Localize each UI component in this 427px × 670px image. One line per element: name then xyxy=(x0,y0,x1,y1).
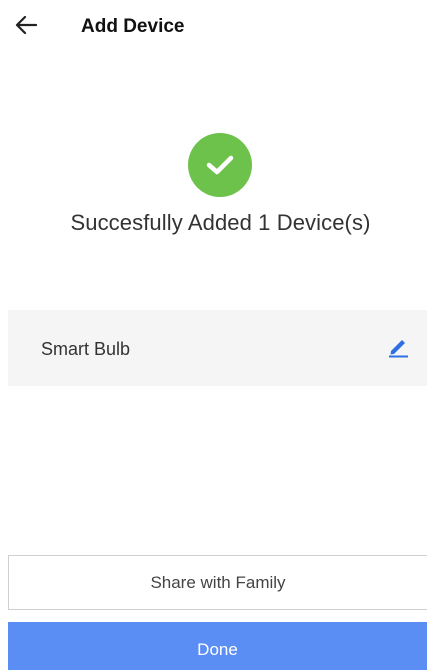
pencil-icon xyxy=(386,334,410,363)
device-list-item: Smart Bulb xyxy=(8,310,427,386)
done-button[interactable]: Done xyxy=(8,622,427,670)
page-title: Add Device xyxy=(81,16,185,37)
back-button[interactable] xyxy=(8,10,44,44)
app-header: Add Device xyxy=(0,0,427,54)
check-circle-icon xyxy=(188,133,252,197)
add-device-screen: Add Device Succesfully Added 1 Device(s)… xyxy=(0,0,427,670)
success-message: Succesfully Added 1 Device(s) xyxy=(70,210,371,235)
share-with-family-button[interactable]: Share with Family xyxy=(8,555,427,610)
arrow-left-icon xyxy=(15,15,38,40)
edit-device-name-button[interactable] xyxy=(384,334,412,362)
device-name: Smart Bulb xyxy=(41,339,131,359)
